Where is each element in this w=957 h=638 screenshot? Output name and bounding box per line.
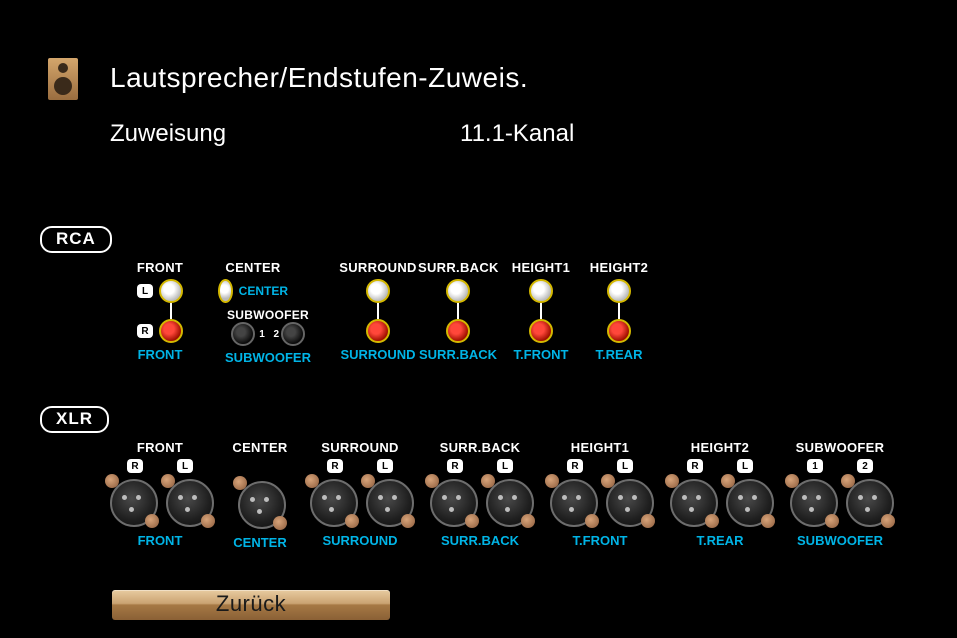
rca-front: FRONT L R FRONT (110, 260, 210, 362)
xlr-assign: SURR.BACK (420, 533, 540, 548)
assignment-label: Zuweisung (110, 120, 460, 148)
speaker-icon (48, 58, 78, 100)
xlr-connector-icon (426, 475, 478, 527)
rca-front-header: FRONT (110, 260, 210, 275)
connector-line (618, 303, 620, 319)
rca-surrback-header: SURR.BACK (418, 260, 498, 275)
xlr-col-1: CENTER CENTER (220, 440, 300, 550)
rca-center-assign-top: CENTER (239, 284, 288, 298)
l-badge: L (137, 284, 153, 298)
rca-sub-assign: SUBWOOFER (208, 350, 328, 365)
xlr-header: SURR.BACK (420, 440, 540, 455)
xlr-col-6: SUBWOOFER 1 2 SUBWOOFER (780, 440, 900, 550)
connector-line (170, 303, 172, 319)
xlr-connector-icon (362, 475, 414, 527)
xlr-connector-icon (602, 475, 654, 527)
xlr-connector-icon (546, 475, 598, 527)
xlr-section-badge: XLR (40, 406, 109, 433)
xlr-header: HEIGHT2 (660, 440, 780, 455)
connector-line (540, 303, 542, 319)
channel-badge: R (447, 459, 463, 473)
channel-badge: L (177, 459, 193, 473)
xlr-assign: T.FRONT (540, 533, 660, 548)
rca-jack-icon (446, 319, 470, 343)
connector-line (377, 303, 379, 319)
rca-jack-icon (159, 319, 183, 343)
channel-badge: R (127, 459, 143, 473)
rca-center-header: CENTER (218, 260, 288, 275)
xlr-connector-icon (842, 475, 894, 527)
channel-badge: R (327, 459, 343, 473)
rca-sub-header: SUBWOOFER (208, 308, 328, 322)
rca-height1-header: HEIGHT1 (506, 260, 576, 275)
xlr-assign: FRONT (100, 533, 220, 548)
xlr-col-4: HEIGHT1 R L T.FRONT (540, 440, 660, 550)
xlr-header: SURROUND (300, 440, 420, 455)
rca-jack-icon (529, 319, 553, 343)
assignment-value: 11.1-Kanal (460, 120, 574, 148)
rca-height2-assign: T.REAR (584, 347, 654, 362)
rca-jack-icon (366, 319, 390, 343)
r-badge: R (137, 324, 153, 338)
page-title: Lautsprecher/Endstufen-Zuweis. (110, 62, 528, 94)
page-header: Lautsprecher/Endstufen-Zuweis. (48, 56, 528, 100)
xlr-col-2: SURROUND R L SURROUND (300, 440, 420, 550)
channel-badge: L (617, 459, 633, 473)
connector-line (457, 303, 459, 319)
xlr-connector-icon (306, 475, 358, 527)
xlr-connector-icon (722, 475, 774, 527)
rca-surround-assign: SURROUND (338, 347, 418, 362)
rca-front-assign: FRONT (110, 347, 210, 362)
rca-surrback: SURR.BACK SURR.BACK (418, 260, 498, 362)
channel-badge: 1 (807, 459, 823, 473)
xlr-col-3: SURR.BACK R L SURR.BACK (420, 440, 540, 550)
channel-badge: 2 (857, 459, 873, 473)
rca-height2: HEIGHT2 T.REAR (584, 260, 654, 362)
xlr-connector-icon (666, 475, 718, 527)
rca-jack-icon (231, 322, 255, 346)
rca-height2-header: HEIGHT2 (584, 260, 654, 275)
rca-surround-header: SURROUND (338, 260, 418, 275)
rca-jack-icon (607, 319, 631, 343)
channel-badge: R (687, 459, 703, 473)
n2: 2 (269, 329, 279, 340)
xlr-connector-icon (234, 477, 286, 529)
assignment-row[interactable]: Zuweisung 11.1-Kanal (110, 120, 574, 148)
xlr-connector-icon (786, 475, 838, 527)
xlr-connector-icon (106, 475, 158, 527)
rca-height1: HEIGHT1 T.FRONT (506, 260, 576, 362)
xlr-header: HEIGHT1 (540, 440, 660, 455)
xlr-header: FRONT (100, 440, 220, 455)
xlr-assign: CENTER (220, 535, 300, 550)
rca-section-badge: RCA (40, 226, 112, 253)
rca-center: CENTER CENTER (218, 260, 288, 303)
channel-badge: R (567, 459, 583, 473)
rca-height1-assign: T.FRONT (506, 347, 576, 362)
xlr-area: FRONT RL FRONT CENTER CENTER S (100, 440, 957, 550)
rca-jack-icon (446, 279, 470, 303)
n1: 1 (257, 329, 267, 340)
channel-badge: L (737, 459, 753, 473)
back-button[interactable]: Zurück (112, 590, 390, 620)
xlr-assign: SUBWOOFER (780, 533, 900, 548)
xlr-connector-icon (482, 475, 534, 527)
xlr-assign: SURROUND (300, 533, 420, 548)
channel-badge: L (377, 459, 393, 473)
xlr-assign: T.REAR (660, 533, 780, 548)
xlr-col-5: HEIGHT2 R L T.REAR (660, 440, 780, 550)
rca-jack-icon (366, 279, 390, 303)
xlr-header: SUBWOOFER (780, 440, 900, 455)
rca-jack-icon (529, 279, 553, 303)
rca-jack-icon (159, 279, 183, 303)
rca-surround: SURROUND SURROUND (338, 260, 418, 362)
rca-subwoofer: SUBWOOFER 1 2 SUBWOOFER (208, 308, 328, 365)
channel-badge: L (497, 459, 513, 473)
rca-jack-icon (607, 279, 631, 303)
rca-jack-icon (281, 322, 305, 346)
xlr-header: CENTER (220, 440, 300, 455)
rca-surrback-assign: SURR.BACK (418, 347, 498, 362)
xlr-connector-icon (162, 475, 214, 527)
rca-jack-icon (218, 279, 233, 303)
xlr-col-0: FRONT R L FRONT (100, 440, 220, 550)
